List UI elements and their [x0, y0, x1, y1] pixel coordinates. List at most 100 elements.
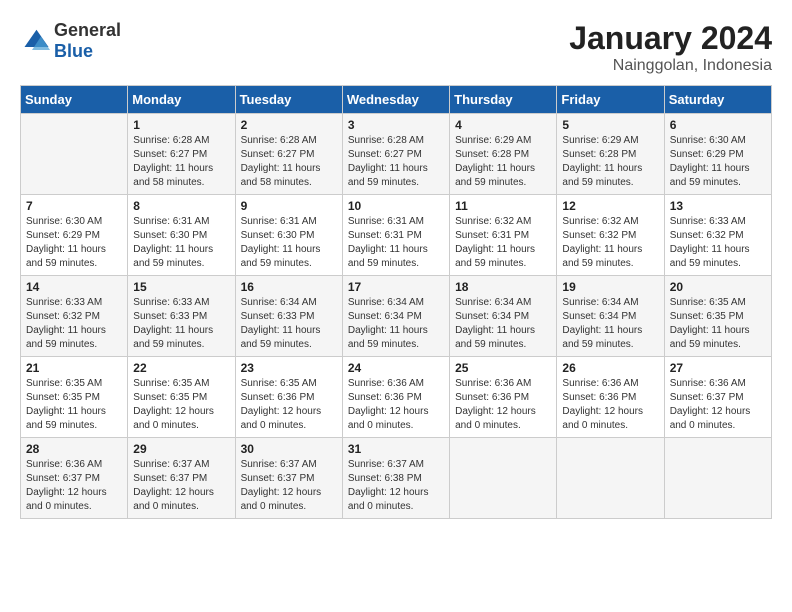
day-info: Sunrise: 6:31 AMSunset: 6:31 PMDaylight:… — [348, 215, 444, 271]
day-info: Sunrise: 6:36 AMSunset: 6:36 PMDaylight:… — [348, 377, 444, 433]
sunrise-text: Sunrise: 6:34 AM — [241, 297, 317, 308]
calendar-week-row: 21 Sunrise: 6:35 AMSunset: 6:35 PMDayligh… — [21, 357, 772, 438]
sunrise-text: Sunrise: 6:34 AM — [348, 297, 424, 308]
calendar-week-row: 7Sunrise: 6:30 AMSunset: 6:29 PMDaylight… — [21, 195, 772, 276]
day-info: Sunrise: 6:36 AMSunset: 6:36 PMDaylight:… — [455, 377, 551, 433]
day-number: 16 — [241, 280, 337, 294]
sunset-text: Sunset: 6:30 PM — [241, 230, 315, 241]
day-info: Sunrise: 6:30 AMSunset: 6:29 PMDaylight:… — [26, 215, 122, 271]
day-info: Sunrise: 6:35 AMSunset: 6:35 PMDaylight:… — [133, 377, 229, 433]
daylight-text: Daylight: 11 hours and 59 minutes. — [133, 325, 213, 350]
calendar-cell: 31Sunrise: 6:37 AMSunset: 6:38 PMDayligh… — [342, 438, 449, 519]
daylight-text: Daylight: 11 hours and 59 minutes. — [562, 163, 642, 188]
daylight-text: Daylight: 12 hours and 0 minutes. — [562, 406, 643, 431]
sunrise-text: Sunrise: 6:34 AM — [455, 297, 531, 308]
calendar-cell: 20Sunrise: 6:35 AMSunset: 6:35 PMDayligh… — [664, 276, 771, 357]
sunset-text: Sunset: 6:37 PM — [670, 392, 744, 403]
day-header-tuesday: Tuesday — [235, 86, 342, 114]
day-number: 28 — [26, 442, 122, 456]
page-header: General Blue January 2024 Nainggolan, In… — [20, 20, 772, 75]
daylight-text: Daylight: 11 hours and 59 minutes. — [26, 406, 106, 431]
calendar-cell: 24 Sunrise: 6:36 AMSunset: 6:36 PMDayligh… — [342, 357, 449, 438]
daylight-text: Daylight: 11 hours and 59 minutes. — [670, 163, 750, 188]
sunset-text: Sunset: 6:31 PM — [348, 230, 422, 241]
calendar-cell: 28Sunrise: 6:36 AMSunset: 6:37 PMDayligh… — [21, 438, 128, 519]
day-number: 10 — [348, 199, 444, 213]
calendar-cell — [557, 438, 664, 519]
daylight-text: Daylight: 11 hours and 59 minutes. — [670, 325, 750, 350]
sunset-text: Sunset: 6:32 PM — [670, 230, 744, 241]
sunrise-text: Sunrise: 6:28 AM — [133, 135, 209, 146]
sunset-text: Sunset: 6:29 PM — [670, 149, 744, 160]
sunrise-text: Sunrise: 6:28 AM — [348, 135, 424, 146]
sunset-text: Sunset: 6:35 PM — [26, 392, 100, 403]
daylight-text: Daylight: 11 hours and 59 minutes. — [133, 244, 213, 269]
sunset-text: Sunset: 6:37 PM — [26, 473, 100, 484]
day-number: 21 — [26, 361, 122, 375]
day-info: Sunrise: 6:36 AMSunset: 6:36 PMDaylight:… — [562, 377, 658, 433]
calendar-cell: 8Sunrise: 6:31 AMSunset: 6:30 PMDaylight… — [128, 195, 235, 276]
daylight-text: Daylight: 11 hours and 58 minutes. — [133, 163, 213, 188]
calendar-cell: 9Sunrise: 6:31 AMSunset: 6:30 PMDaylight… — [235, 195, 342, 276]
calendar-cell — [664, 438, 771, 519]
daylight-text: Daylight: 11 hours and 59 minutes. — [670, 244, 750, 269]
calendar-cell: 12Sunrise: 6:32 AMSunset: 6:32 PMDayligh… — [557, 195, 664, 276]
calendar-cell: 22Sunrise: 6:35 AMSunset: 6:35 PMDayligh… — [128, 357, 235, 438]
calendar-cell: 1Sunrise: 6:28 AMSunset: 6:27 PMDaylight… — [128, 114, 235, 195]
day-header-wednesday: Wednesday — [342, 86, 449, 114]
calendar-week-row: 28Sunrise: 6:36 AMSunset: 6:37 PMDayligh… — [21, 438, 772, 519]
daylight-text: Daylight: 12 hours and 0 minutes. — [348, 406, 429, 431]
day-info: Sunrise: 6:28 AMSunset: 6:27 PMDaylight:… — [241, 134, 337, 190]
day-info: Sunrise: 6:34 AMSunset: 6:33 PMDaylight:… — [241, 296, 337, 352]
daylight-text: Daylight: 11 hours and 59 minutes. — [26, 325, 106, 350]
logo-blue: Blue — [54, 41, 93, 61]
day-info: Sunrise: 6:34 AMSunset: 6:34 PMDaylight:… — [455, 296, 551, 352]
day-number: 4 — [455, 118, 551, 132]
day-number: 24 — [348, 361, 444, 375]
calendar-cell: 17Sunrise: 6:34 AMSunset: 6:34 PMDayligh… — [342, 276, 449, 357]
daylight-text: Daylight: 11 hours and 59 minutes. — [455, 244, 535, 269]
sunrise-text: Sunrise: 6:30 AM — [670, 135, 746, 146]
sunset-text: Sunset: 6:34 PM — [562, 311, 636, 322]
sunset-text: Sunset: 6:38 PM — [348, 473, 422, 484]
day-number: 20 — [670, 280, 766, 294]
calendar-cell: 21Sunrise: 6:35 AMSunset: 6:35 PMDayligh… — [21, 357, 128, 438]
sunset-text: Sunset: 6:30 PM — [133, 230, 207, 241]
calendar-week-row: 14Sunrise: 6:33 AMSunset: 6:32 PMDayligh… — [21, 276, 772, 357]
daylight-text: Daylight: 11 hours and 58 minutes. — [241, 163, 321, 188]
sunrise-text: Sunrise: 6:34 AM — [562, 297, 638, 308]
day-info: Sunrise: 6:31 AMSunset: 6:30 PMDaylight:… — [133, 215, 229, 271]
day-info: Sunrise: 6:30 AM Sunset: 6:29 PM Daylight:… — [670, 134, 766, 190]
sunrise-text: Sunrise: 6:36 AM — [348, 378, 424, 389]
title-block: January 2024 Nainggolan, Indonesia — [569, 20, 772, 75]
month-year: January 2024 — [569, 20, 772, 57]
day-info: Sunrise: 6:31 AMSunset: 6:30 PMDaylight:… — [241, 215, 337, 271]
calendar-cell: 2 Sunrise: 6:28 AMSunset: 6:27 PMDaylight… — [235, 114, 342, 195]
day-number: 31 — [348, 442, 444, 456]
day-info: Sunrise: 6:37 AMSunset: 6:37 PMDaylight:… — [133, 458, 229, 514]
day-number: 26 — [562, 361, 658, 375]
sunrise-text: Sunrise: 6:32 AM — [455, 216, 531, 227]
day-number: 3 — [348, 118, 444, 132]
sunset-text: Sunset: 6:34 PM — [455, 311, 529, 322]
sunset-text: Sunset: 6:29 PM — [26, 230, 100, 241]
daylight-text: Daylight: 11 hours and 59 minutes. — [562, 325, 642, 350]
sunset-text: Sunset: 6:34 PM — [348, 311, 422, 322]
calendar-cell: 14Sunrise: 6:33 AMSunset: 6:32 PMDayligh… — [21, 276, 128, 357]
sunset-text: Sunset: 6:27 PM — [348, 149, 422, 160]
day-number: 15 — [133, 280, 229, 294]
sunset-text: Sunset: 6:36 PM — [241, 392, 315, 403]
sunrise-text: Sunrise: 6:35 AM — [670, 297, 746, 308]
day-info: Sunrise: 6:34 AMSunset: 6:34 PMDaylight:… — [348, 296, 444, 352]
sunrise-text: Sunrise: 6:33 AM — [133, 297, 209, 308]
day-number: 1 — [133, 118, 229, 132]
day-number: 2 — [241, 118, 337, 132]
sunrise-text: Sunrise: 6:37 AM — [241, 459, 317, 470]
daylight-text: Daylight: 11 hours and 59 minutes. — [241, 244, 321, 269]
day-info: Sunrise: 6:28 AMSunset: 6:27 PMDaylight:… — [348, 134, 444, 190]
sunset-text: Sunset: 6:36 PM — [562, 392, 636, 403]
sunset-text: Sunset: 6:32 PM — [26, 311, 100, 322]
daylight-text: Daylight: 11 hours and 59 minutes. — [562, 244, 642, 269]
calendar-cell: 13Sunrise: 6:33 AMSunset: 6:32 PMDayligh… — [664, 195, 771, 276]
daylight-text: Daylight: 11 hours and 59 minutes. — [455, 163, 535, 188]
